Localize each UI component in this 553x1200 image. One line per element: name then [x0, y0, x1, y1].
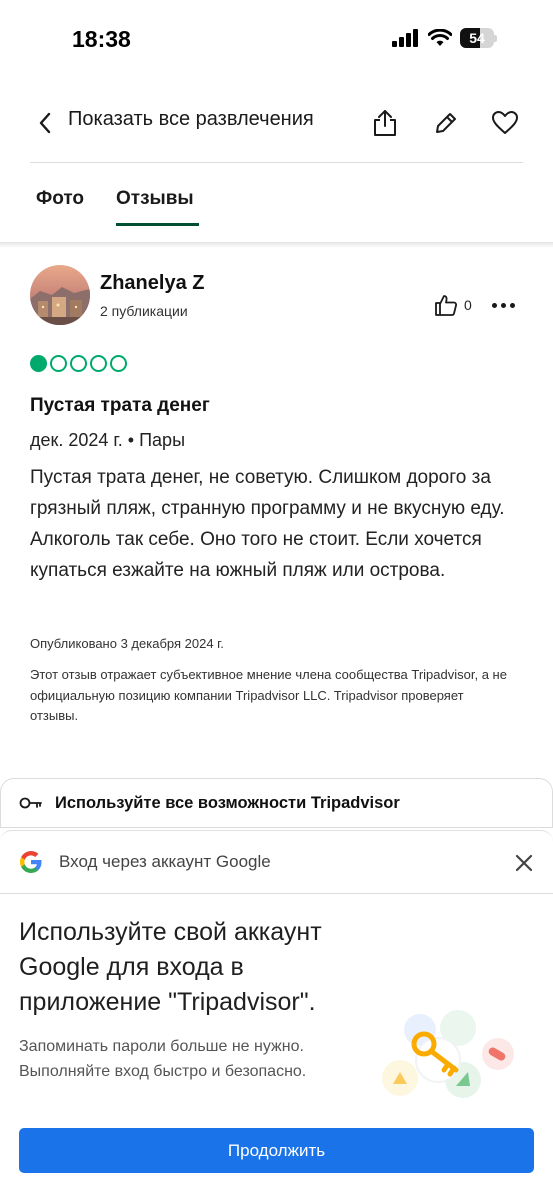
review-published-date: Опубликовано 3 декабря 2024 г.: [30, 636, 224, 651]
signal-icon: [392, 29, 418, 47]
review-title: Пустая трата денег: [30, 395, 210, 416]
close-button[interactable]: [510, 849, 538, 877]
rating-bubble-empty: [110, 355, 127, 372]
save-favorite-button[interactable]: [488, 106, 522, 140]
review-author[interactable]: Zhanelya Z: [100, 272, 204, 295]
google-signin-header: Вход через аккаунт Google: [59, 852, 271, 871]
continue-button[interactable]: Продолжить: [19, 1128, 534, 1173]
like-count: 0: [464, 297, 472, 313]
thumbs-up-icon: [435, 295, 458, 316]
tab-photos[interactable]: Фото: [36, 188, 84, 210]
tripadvisor-features-banner[interactable]: Используйте все возможности Tripadvisor: [0, 778, 553, 828]
review-date-trip-type: дек. 2024 г. • Пары: [30, 430, 186, 450]
heart-icon: [492, 111, 518, 134]
back-link-label[interactable]: Показать все развлечения: [68, 108, 314, 131]
google-signin-description: Запоминать пароли больше не нужно. Выпол…: [19, 1038, 307, 1080]
author-posts-count: 2 публикации: [100, 303, 188, 319]
status-time: 18:38: [72, 26, 131, 52]
sheet-divider: [0, 893, 553, 894]
close-icon: [515, 854, 533, 872]
banner-text: Используйте все возможности Tripadvisor: [55, 793, 400, 812]
more-dot: [491, 302, 497, 308]
edit-button[interactable]: [429, 106, 463, 140]
battery-icon: 54: [460, 28, 494, 48]
like-button[interactable]: 0: [434, 294, 472, 316]
google-signin-title: Используйте свой аккаунт Google для вход…: [19, 918, 322, 1016]
share-button[interactable]: [368, 106, 402, 140]
rating-bubble-filled: [30, 355, 47, 372]
rating-bubbles: [30, 355, 127, 372]
rating-bubble-empty: [90, 355, 107, 372]
key-icon: [19, 797, 42, 809]
edit-icon: [436, 113, 456, 133]
more-options-button[interactable]: [490, 294, 516, 316]
share-icon: [374, 110, 396, 136]
battery-level: 54: [469, 30, 485, 46]
rating-bubble-empty: [50, 355, 67, 372]
header-divider: [30, 162, 523, 163]
passkey-illustration: [378, 1010, 528, 1110]
more-dot: [500, 302, 506, 308]
active-tab-indicator: [116, 223, 199, 226]
tabs-shadow: [0, 242, 553, 248]
google-logo-icon: [19, 850, 43, 879]
status-icons: 54: [392, 28, 497, 48]
avatar-image: [30, 265, 90, 325]
avatar[interactable]: [30, 265, 90, 325]
back-button[interactable]: [30, 108, 60, 138]
rating-bubble-empty: [70, 355, 87, 372]
more-dot: [509, 302, 515, 308]
review-disclaimer: Этот отзыв отражает субъективное мнение …: [30, 667, 507, 723]
chevron-left-icon: [39, 112, 51, 134]
wifi-icon: [428, 29, 452, 46]
tab-reviews[interactable]: Отзывы: [116, 188, 194, 210]
review-text: Пустая трата денег, не советую. Слишком …: [30, 467, 505, 581]
